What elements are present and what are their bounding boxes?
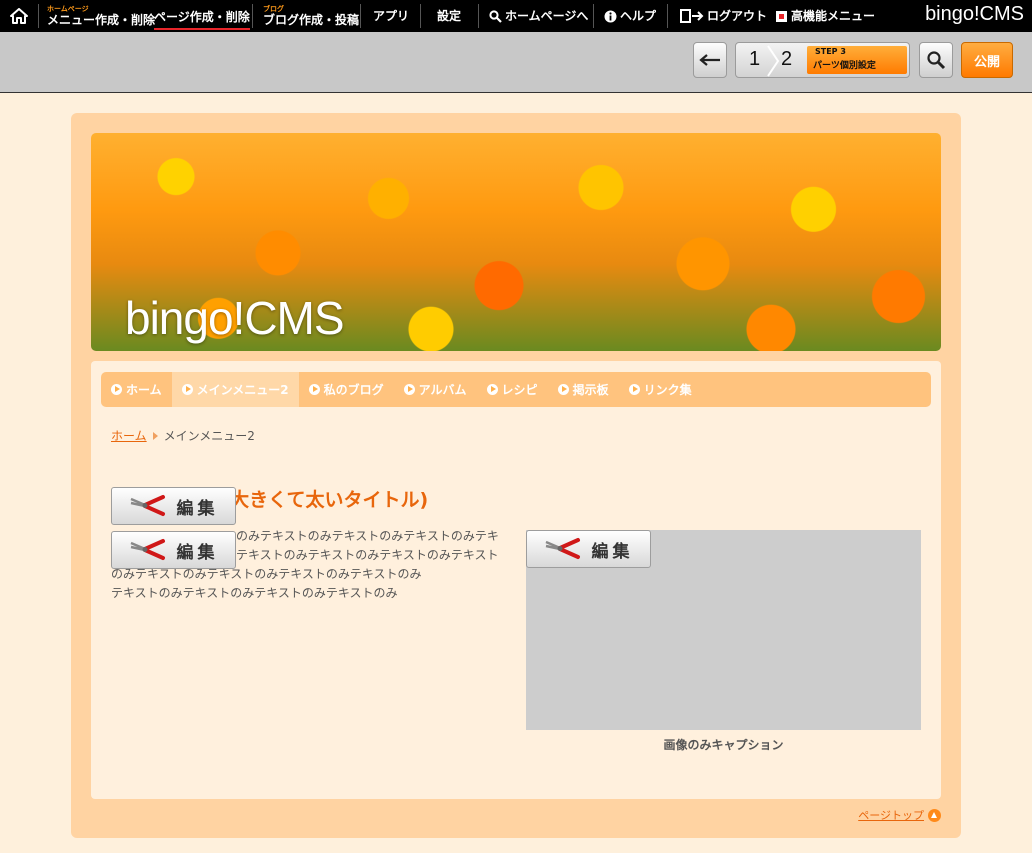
- step-3-label: パーツ個別設定: [813, 61, 876, 71]
- checkbox-icon[interactable]: [776, 10, 787, 22]
- divider: [420, 4, 421, 28]
- nav-arrow-icon: [486, 384, 498, 395]
- breadcrumb-home-link[interactable]: ホーム: [111, 427, 147, 444]
- logout-label: ログアウト: [707, 9, 768, 23]
- magnifier-icon: [927, 51, 946, 70]
- edit-image-button[interactable]: 編集: [526, 530, 651, 568]
- page-top-label: ページトップ: [858, 809, 924, 822]
- edit-label: 編集: [176, 498, 219, 519]
- blog-edit-link[interactable]: ブログ ブログ作成・投稿: [263, 0, 359, 32]
- step-separator-icon: [767, 45, 780, 77]
- step-indicator: 1 2 STEP 3 パーツ個別設定: [735, 42, 910, 78]
- back-button[interactable]: [693, 42, 727, 78]
- settings-link[interactable]: 設定: [437, 0, 461, 32]
- divider: [38, 4, 39, 28]
- help-label: ヘルプ: [620, 9, 657, 23]
- nav-arrow-icon: [557, 384, 569, 395]
- nav-arrow-icon: [628, 384, 640, 395]
- page-top-link[interactable]: ページトップ: [858, 807, 941, 823]
- nav-label: 私のブログ: [323, 383, 384, 397]
- divider: [667, 4, 668, 28]
- nav-arrow-icon: [308, 384, 320, 395]
- global-nav: ホーム メインメニュー2 私のブログ アルバム レシピ 掲示板 リンク集: [101, 372, 931, 407]
- step-3-number: STEP 3: [815, 47, 846, 56]
- menu-edit-sublabel: ホームページ: [47, 5, 89, 13]
- pliers-icon: [545, 538, 580, 559]
- nav-item-bbs[interactable]: 掲示板: [548, 372, 619, 407]
- nav-label: リンク集: [643, 383, 692, 397]
- preview-button[interactable]: [919, 42, 953, 78]
- step-1[interactable]: 1: [749, 48, 760, 71]
- nav-label: 掲示板: [572, 383, 609, 397]
- to-homepage-link[interactable]: ホームページへ: [489, 0, 588, 32]
- nav-label: メインメニュー2: [196, 383, 289, 397]
- step-2[interactable]: 2: [781, 48, 792, 71]
- edit-text-button[interactable]: 編集: [111, 531, 236, 569]
- nav-arrow-icon: [111, 384, 122, 395]
- page-edit-link[interactable]: ページ作成・削除: [154, 0, 250, 32]
- nav-label: レシピ: [501, 383, 538, 397]
- breadcrumb: ホーム メインメニュー2: [111, 427, 255, 444]
- divider: [478, 4, 479, 28]
- nav-label: ホーム: [126, 383, 162, 397]
- site-preview: bingo!CMS ホーム メインメニュー2 私のブログ アルバム レシピ 掲示…: [71, 113, 961, 838]
- nav-arrow-icon: [403, 384, 415, 395]
- divider: [252, 4, 253, 28]
- nav-item-my-blog[interactable]: 私のブログ: [299, 372, 394, 407]
- arrow-left-icon: [699, 54, 720, 66]
- logout-icon: [680, 9, 704, 23]
- main-content: ホーム メインメニュー2 私のブログ アルバム レシピ 掲示板 リンク集 ホーム…: [91, 361, 941, 799]
- settings-label: 設定: [437, 9, 462, 23]
- nav-item-links[interactable]: リンク集: [619, 372, 702, 407]
- nav-item-home[interactable]: ホーム: [101, 372, 172, 407]
- apps-link[interactable]: アプリ: [373, 0, 409, 32]
- edit-heading-button[interactable]: 編集: [111, 487, 236, 525]
- nav-item-album[interactable]: アルバム: [394, 372, 477, 407]
- home-icon[interactable]: [10, 8, 28, 24]
- blog-label: ブログ作成・投稿: [263, 13, 360, 27]
- divider: [593, 4, 594, 28]
- edit-toolbar: 1 2 STEP 3 パーツ個別設定 公開: [0, 32, 1032, 93]
- pliers-icon: [130, 539, 165, 560]
- breadcrumb-current: メインメニュー2: [163, 429, 255, 443]
- breadcrumb-arrow-icon: [152, 431, 158, 440]
- page-edit-label: ページ作成・削除: [154, 10, 250, 30]
- nav-item-recipe[interactable]: レシピ: [477, 372, 548, 407]
- nav-item-main-menu-2[interactable]: メインメニュー2: [171, 372, 299, 407]
- advanced-menu-label: 高機能メニュー: [791, 9, 876, 23]
- nav-label: アルバム: [418, 383, 467, 397]
- admin-top-bar: ホームページ メニュー作成・削除 ページ作成・削除 ブログ ブログ作成・投稿 ア…: [0, 0, 1032, 32]
- advanced-menu-toggle[interactable]: 高機能メニュー: [776, 0, 875, 32]
- menu-edit-label: メニュー作成・削除: [47, 13, 156, 27]
- publish-button[interactable]: 公開: [961, 42, 1013, 78]
- nav-arrow-icon: [181, 384, 193, 395]
- body-text-line: テキストのみテキストのみテキストのみテキストのみ: [111, 586, 398, 600]
- image-caption: 画像のみキャプション: [663, 738, 784, 752]
- site-title[interactable]: bingo!CMS: [125, 291, 345, 345]
- blog-sublabel: ブログ: [263, 5, 284, 13]
- edit-label: 編集: [176, 542, 219, 563]
- header-banner-image: bingo!CMS: [91, 133, 941, 351]
- step-3-current: STEP 3 パーツ個別設定: [807, 46, 907, 74]
- search-icon: [489, 9, 502, 23]
- arrow-up-icon: [928, 808, 941, 822]
- pliers-icon: [130, 495, 165, 516]
- help-link[interactable]: ヘルプ: [604, 0, 656, 32]
- apps-label: アプリ: [373, 9, 410, 23]
- to-homepage-label: ホームページへ: [505, 9, 589, 23]
- edit-label: 編集: [591, 541, 634, 562]
- info-icon: [604, 10, 617, 22]
- divider: [360, 4, 361, 28]
- menu-edit-link[interactable]: ホームページ メニュー作成・削除: [47, 0, 155, 32]
- brand-logo: bingo!CMS: [925, 3, 1024, 25]
- logout-link[interactable]: ログアウト: [680, 0, 767, 32]
